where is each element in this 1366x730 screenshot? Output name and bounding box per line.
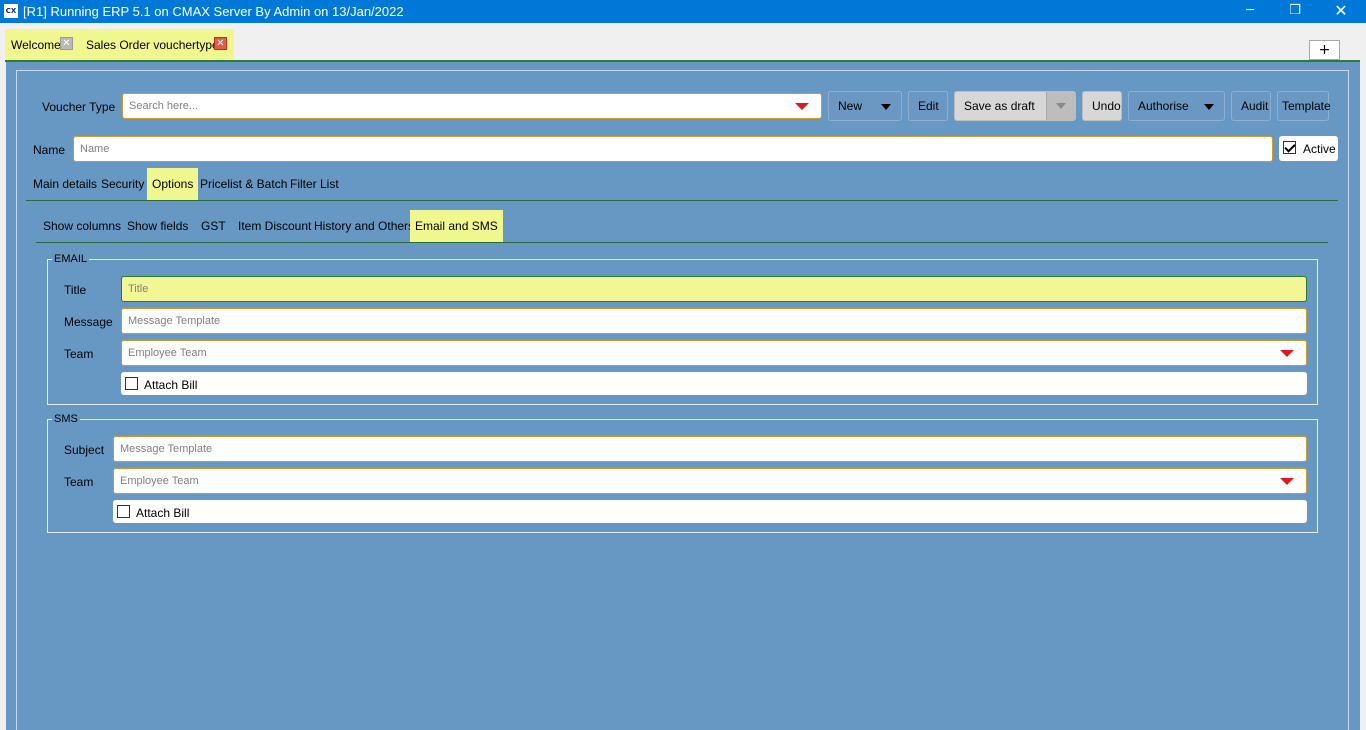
sms-team-dropdown-icon[interactable] (1280, 478, 1294, 485)
tab-options[interactable]: Options (147, 168, 199, 200)
authorise-button[interactable]: Authorise (1128, 91, 1225, 121)
name-label: Name (33, 143, 66, 157)
close-window-icon[interactable]: ✕ (1318, 0, 1364, 23)
main-tabs-divider (26, 200, 1338, 201)
app-icon: CX (4, 4, 18, 18)
close-tab-welcome-icon[interactable]: ✕ (60, 37, 73, 50)
sms-team-label: Team (64, 475, 94, 489)
maximize-icon[interactable]: ❐ (1272, 0, 1318, 23)
document-tab-strip: Welcome ✕ Sales Order vouchertype ✕ + (0, 23, 1366, 61)
audit-button-label: Audit (1241, 99, 1269, 113)
tab-pricelist-batch[interactable]: Pricelist & Batch (200, 168, 287, 200)
save-options-dropdown[interactable] (1046, 92, 1075, 120)
close-tab-sales-order-icon[interactable]: ✕ (214, 37, 227, 50)
new-button[interactable]: New (828, 91, 902, 121)
email-message-label: Message (64, 315, 113, 329)
undo-button[interactable]: Undo (1082, 91, 1122, 121)
email-group-legend: EMAIL (52, 253, 90, 265)
tab-security[interactable]: Security (101, 168, 144, 200)
add-tab-button[interactable]: + (1309, 40, 1340, 60)
sms-attach-bill-label: Attach Bill (136, 506, 190, 520)
tab-show-fields[interactable]: Show fields (127, 210, 188, 242)
template-button-label: Template (1282, 99, 1331, 113)
email-attach-bill-label: Attach Bill (144, 378, 198, 392)
email-message-input[interactable] (122, 309, 1306, 333)
sms-team-input[interactable] (114, 469, 1306, 493)
voucher-type-dropdown-icon[interactable] (795, 103, 809, 110)
email-message-field[interactable] (121, 308, 1307, 334)
chevron-down-icon (1056, 103, 1066, 109)
window-title: [R1] Running ERP 5.1 on CMAX Server By A… (23, 4, 404, 19)
email-team-select[interactable] (121, 340, 1307, 366)
email-title-label: Title (64, 283, 87, 297)
minimize-icon[interactable]: ─ (1227, 0, 1273, 23)
sms-attach-bill-row[interactable]: Attach Bill (113, 500, 1307, 523)
sms-subject-field[interactable] (113, 436, 1307, 462)
email-title-field[interactable] (121, 276, 1307, 302)
email-team-dropdown-icon[interactable] (1280, 350, 1294, 357)
sub-tabs-divider (36, 242, 1328, 243)
email-title-input[interactable] (122, 277, 1306, 301)
save-as-draft-label: Save as draft (964, 99, 1035, 113)
authorise-button-label: Authorise (1138, 99, 1189, 113)
audit-button[interactable]: Audit (1231, 91, 1271, 121)
sms-subject-label: Subject (64, 443, 105, 457)
active-checkbox-container[interactable]: Active (1279, 136, 1338, 161)
email-attach-bill-row[interactable]: Attach Bill (121, 372, 1307, 395)
sms-subject-input[interactable] (114, 437, 1306, 461)
sms-group-legend: SMS (52, 413, 80, 425)
email-team-label: Team (64, 347, 94, 361)
tab-item-discount[interactable]: Item Discount (238, 210, 311, 242)
voucher-type-label: Voucher Type (42, 100, 116, 114)
sms-team-select[interactable] (113, 468, 1307, 494)
name-input[interactable] (74, 137, 1272, 161)
new-button-label: New (838, 99, 863, 113)
undo-button-label: Undo (1092, 99, 1121, 113)
edit-button[interactable]: Edit (908, 91, 948, 121)
name-field[interactable] (73, 136, 1273, 162)
email-team-input[interactable] (122, 341, 1306, 365)
chevron-down-icon (1204, 104, 1214, 110)
tab-gst[interactable]: GST (201, 210, 226, 242)
sms-attach-bill-checkbox[interactable] (117, 505, 130, 518)
chevron-down-icon (881, 104, 891, 110)
tab-history-and-others[interactable]: History and Others (314, 210, 414, 242)
doc-tab-sales-order-vouchertype[interactable]: Sales Order vouchertype (86, 38, 219, 52)
tab-email-and-sms[interactable]: Email and SMS (410, 210, 503, 242)
active-label: Active (1303, 142, 1336, 156)
active-checkbox[interactable] (1283, 141, 1296, 154)
edit-button-label: Edit (918, 99, 939, 113)
window-titlebar: CX [R1] Running ERP 5.1 on CMAX Server B… (0, 0, 1366, 23)
voucher-type-search[interactable] (122, 93, 822, 119)
doc-tab-welcome[interactable]: Welcome (11, 38, 61, 52)
email-attach-bill-checkbox[interactable] (125, 377, 138, 390)
tab-show-columns[interactable]: Show columns (43, 210, 121, 242)
voucher-type-input[interactable] (123, 94, 821, 118)
template-button[interactable]: Template (1277, 91, 1331, 121)
tab-filter-list[interactable]: Filter List (290, 168, 339, 200)
tab-main-details[interactable]: Main details (33, 168, 97, 200)
